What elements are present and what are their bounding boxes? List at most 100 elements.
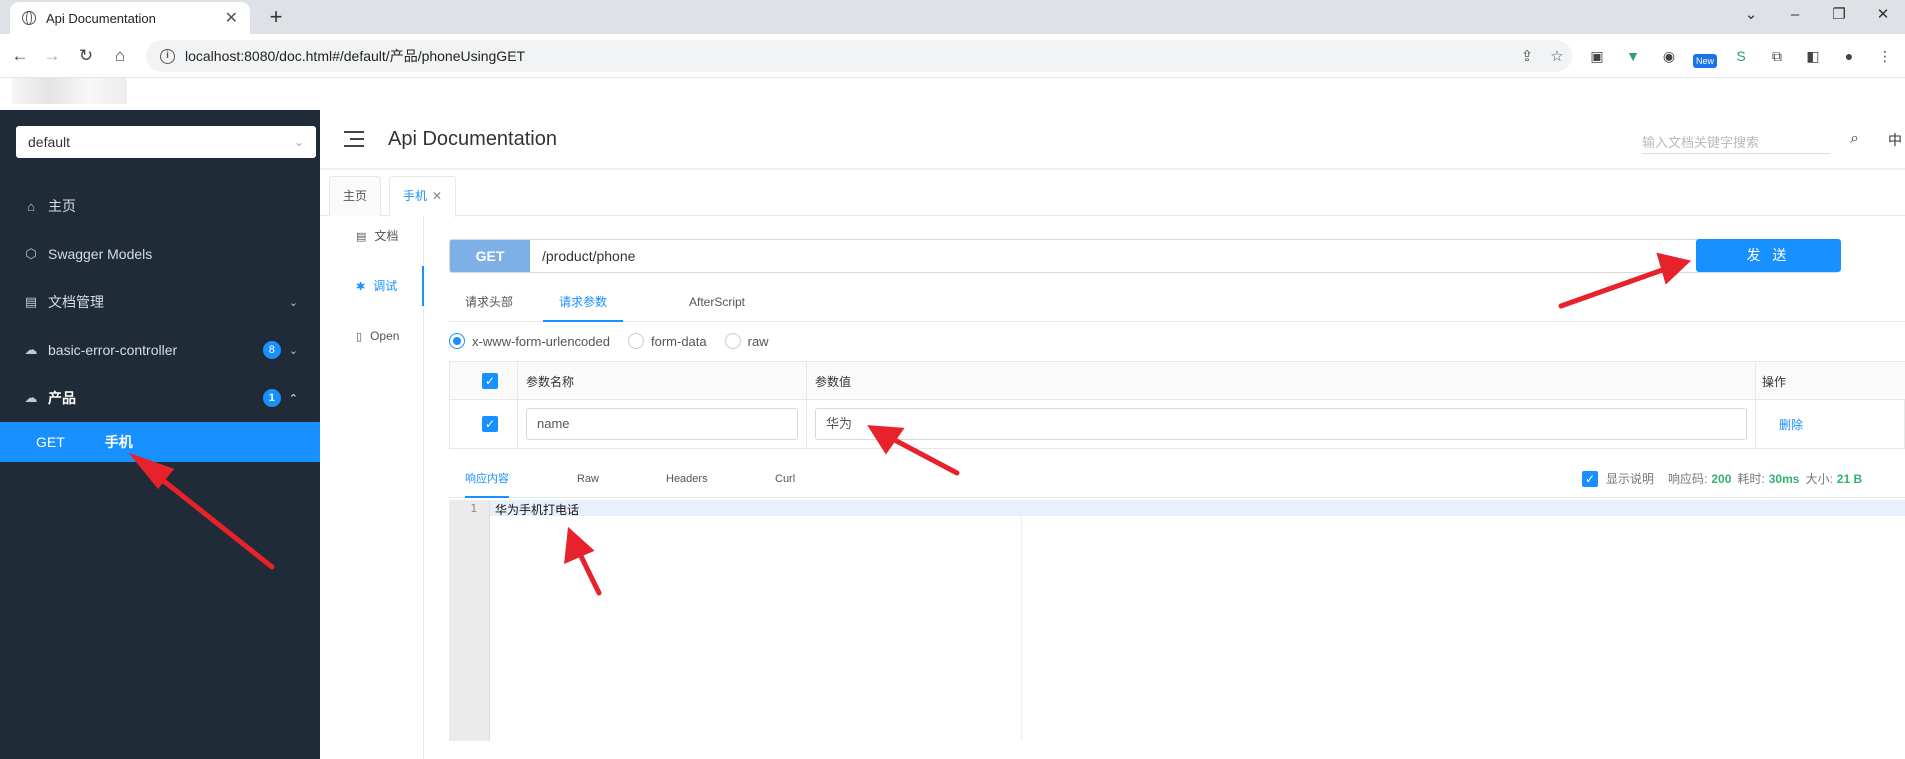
tab-afterscript[interactable]: AfterScript [689, 284, 745, 322]
sidebar-api-phone[interactable]: GET 手机 [0, 422, 320, 462]
browser-tabstrip: Api Documentation ✕ + ⌄ – ❐ ✕ [0, 0, 1905, 34]
puzzle-icon[interactable]: ⧉ [1765, 44, 1789, 68]
show-desc-checkbox[interactable]: ✓ [1582, 470, 1598, 487]
home-icon: ⌂ [27, 198, 35, 214]
profile-icon[interactable]: ● [1837, 44, 1861, 68]
sidepanel-icon[interactable]: ◧ [1801, 44, 1825, 68]
close-window-icon[interactable]: ✕ [1861, 0, 1905, 32]
tab-raw[interactable]: Raw [577, 462, 599, 498]
sidebar-item-product[interactable]: ☁ 产品 1 ⌃ [0, 374, 320, 422]
sidebar-item-label: 主页 [48, 198, 76, 214]
extension-icon[interactable]: ◉ [1657, 44, 1681, 68]
address-url[interactable]: localhost:8080/doc.html#/default/产品/phon… [185, 46, 1512, 66]
tab-label: 主页 [343, 189, 368, 203]
tab-request-headers[interactable]: 请求头部 [465, 284, 513, 322]
tab-label: 手机 [403, 189, 428, 203]
response-size: 21 B [1836, 471, 1863, 486]
search-icon[interactable]: ⌕ [1850, 130, 1859, 148]
radio-dot [627, 333, 644, 349]
print-margin [1021, 516, 1022, 741]
tab-search-icon[interactable]: ⌄ [1729, 0, 1773, 32]
share-icon[interactable]: ⇪ [1512, 47, 1542, 65]
row-checkbox[interactable]: ✓ [482, 416, 498, 432]
browser-tab[interactable]: Api Documentation ✕ [10, 2, 250, 34]
new-extension-icon[interactable]: New [1693, 54, 1717, 68]
home-browser-icon[interactable]: ⌂ [108, 44, 132, 68]
main-header: Api Documentation 输入文档关键字搜索 ⌕ 中 [320, 110, 1905, 170]
subnav-label: 文档 [374, 229, 399, 243]
send-button[interactable]: 发 送 [1696, 239, 1841, 272]
subnav-label: Open [370, 329, 400, 343]
sidebar-item-label: 产品 [48, 390, 76, 406]
language-switch[interactable]: 中 [1888, 130, 1902, 150]
tab-headers[interactable]: Headers [666, 462, 708, 498]
radio-urlencoded[interactable]: x-www-form-urlencoded [449, 333, 610, 349]
radio-raw[interactable]: raw [724, 333, 769, 349]
param-name-input[interactable]: name [526, 408, 798, 440]
divider [806, 362, 807, 448]
divider [1755, 362, 1756, 448]
restore-icon[interactable]: ❐ [1817, 0, 1861, 32]
forward-arrow-icon[interactable]: → [40, 44, 64, 68]
tab-home[interactable]: 主页 [329, 176, 382, 216]
sidebar-item-basic-error-controller[interactable]: ☁ basic-error-controller 8 ⌄ [0, 326, 320, 374]
bookmark-star-icon[interactable]: ☆ [1542, 47, 1572, 65]
response-meta: ✓ 显示说明 响应码: 200 耗时: 30ms 大小: 21 B [1582, 470, 1868, 487]
search-input[interactable]: 输入文档关键字搜索 [1642, 128, 1830, 154]
active-line-highlight [490, 500, 1905, 516]
close-tab-icon[interactable]: ✕ [225, 8, 238, 28]
line-number: 1 [470, 502, 477, 515]
table-row: ✓ name 华为 删除 [450, 400, 1905, 448]
extension-icon[interactable]: ▣ [1585, 44, 1609, 68]
close-icon[interactable]: ✕ [432, 189, 442, 203]
divider [517, 362, 518, 448]
sidebar-menu: ⌂ 主页 ⬡ Swagger Models ▤ 文档管理 ⌄ ☁ basic-e… [0, 182, 320, 462]
back-arrow-icon[interactable]: ← [8, 44, 32, 68]
address-bar[interactable]: i localhost:8080/doc.html#/default/产品/ph… [146, 40, 1572, 72]
vue-devtools-icon[interactable]: ▼ [1621, 44, 1645, 68]
minimize-icon[interactable]: – [1773, 0, 1817, 32]
browser-toolbar: ← → ↻ ⌂ i localhost:8080/doc.html#/defau… [0, 34, 1905, 78]
api-method: GET [36, 434, 65, 450]
window-controls: ⌄ – ❐ ✕ [1729, 0, 1905, 32]
column-header: 参数值 [815, 375, 852, 389]
chevron-down-icon: ⌄ [288, 344, 298, 357]
api-name: 手机 [104, 434, 133, 450]
subnav-doc[interactable]: ▤ 文档 [320, 216, 424, 256]
sidebar-item-home[interactable]: ⌂ 主页 [0, 182, 320, 230]
sidebar-item-swagger-models[interactable]: ⬡ Swagger Models [0, 230, 320, 278]
time-label: 耗时: [1737, 472, 1765, 486]
sidebar: default ⌄ ⌂ 主页 ⬡ Swagger Models ▤ 文档管理 ⌄… [0, 110, 320, 759]
chevron-down-icon: ⌄ [288, 296, 298, 309]
response-editor[interactable]: 1 华为手机打电话 [449, 500, 1905, 741]
count-badge: 8 [262, 341, 281, 359]
status-code: 200 [1711, 471, 1732, 486]
tab-response-content[interactable]: 响应内容 [465, 462, 509, 498]
tab-phone[interactable]: 手机 ✕ [389, 176, 457, 217]
sidebar-item-label: basic-error-controller [48, 342, 178, 358]
extension-icon[interactable]: S [1729, 44, 1753, 68]
reload-icon[interactable]: ↻ [74, 44, 98, 68]
radio-form-data[interactable]: form-data [627, 333, 707, 349]
request-url-input[interactable]: /product/phone [530, 240, 1838, 272]
response-time: 30ms [1768, 471, 1800, 486]
subnav-open[interactable]: ▯ Open [320, 316, 424, 356]
cloud-icon: ☁ [24, 342, 38, 357]
chevron-up-icon: ⌃ [288, 392, 298, 405]
radio-label: form-data [650, 333, 707, 349]
menu-kebab-icon[interactable]: ⋮ [1873, 44, 1897, 68]
select-all-checkbox[interactable]: ✓ [482, 373, 498, 389]
subnav-debug[interactable]: ✱ 调试 [320, 266, 424, 306]
site-info-icon[interactable]: i [160, 48, 175, 64]
param-value-input[interactable]: 华为 [815, 408, 1747, 440]
param-tabs: 请求头部 请求参数 AfterScript [449, 284, 1905, 322]
cube-icon: ⬡ [25, 246, 37, 261]
tab-request-params[interactable]: 请求参数 [543, 284, 624, 322]
tab-curl[interactable]: Curl [775, 462, 795, 498]
api-subnav: ▤ 文档 ✱ 调试 ▯ Open [320, 216, 424, 759]
delete-link[interactable]: 删除 [1779, 416, 1803, 433]
menu-collapse-icon[interactable] [344, 130, 364, 148]
new-tab-button[interactable]: + [264, 6, 288, 30]
group-select[interactable]: default ⌄ [16, 126, 316, 158]
sidebar-item-doc-management[interactable]: ▤ 文档管理 ⌄ [0, 278, 320, 326]
